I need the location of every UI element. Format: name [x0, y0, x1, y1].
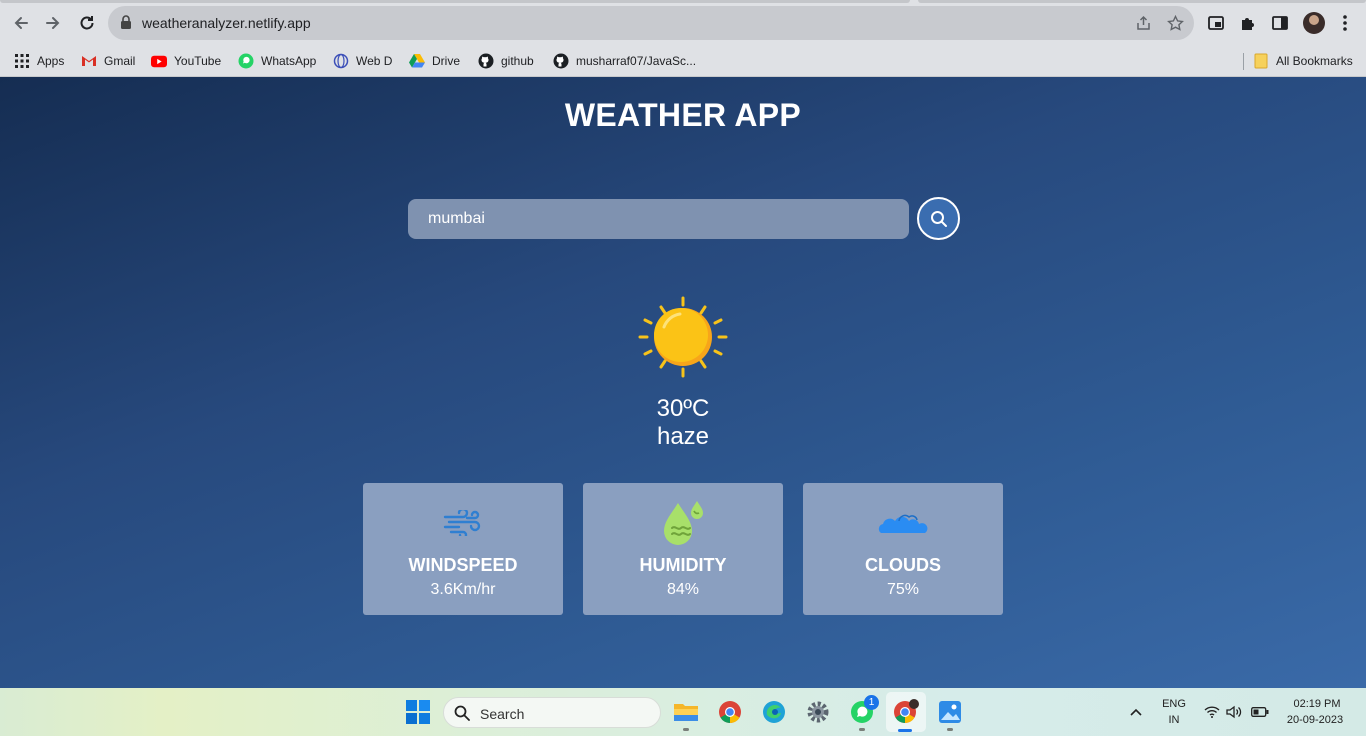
weather-page: WEATHER APP 30 — [0, 77, 1366, 688]
bookmark-label: Web D — [356, 54, 393, 68]
bookmark-star-icon[interactable] — [1166, 14, 1184, 32]
clock-time[interactable]: 02:19 PM — [1284, 698, 1350, 710]
whatsapp-icon — [238, 53, 254, 69]
chevron-up-icon[interactable] — [1122, 698, 1150, 726]
running-indicator — [859, 728, 865, 731]
search-button[interactable] — [917, 197, 960, 240]
sun-icon — [636, 295, 730, 379]
weather-condition: haze — [656, 423, 710, 450]
reload-button[interactable] — [76, 12, 98, 34]
youtube-icon — [151, 53, 167, 69]
city-search-input[interactable] — [408, 199, 909, 239]
running-indicator — [683, 728, 689, 731]
region-indicator[interactable]: IN — [1160, 714, 1188, 726]
clouds-icon — [803, 497, 1003, 549]
bookmark-apps[interactable]: Apps — [14, 51, 64, 71]
bookmark-label: musharraf07/JavaSc... — [576, 54, 697, 68]
bookmark-label: Apps — [37, 54, 65, 68]
url-text: weatheranalyzer.netlify.app — [142, 15, 311, 31]
all-bookmarks-button[interactable]: All Bookmarks — [1253, 51, 1353, 71]
extensions-puzzle-icon[interactable] — [1237, 12, 1259, 34]
apps-grid-icon — [14, 53, 30, 69]
back-arrow-icon — [14, 17, 28, 29]
battery-icon[interactable] — [1246, 698, 1274, 726]
folder-icon — [1253, 53, 1269, 69]
running-indicator — [947, 728, 953, 731]
windspeed-card: WINDSPEED 3.6Km/hr — [363, 483, 563, 615]
bookmark-gmail[interactable]: Gmail — [81, 51, 135, 71]
profile-avatar[interactable] — [1303, 12, 1325, 34]
humidity-card: HUMIDITY 84% — [583, 483, 783, 615]
wind-icon — [363, 497, 563, 549]
tab-strip — [0, 0, 1366, 3]
city-search-box — [408, 199, 909, 239]
github-icon — [553, 53, 569, 69]
bookmark-drive[interactable]: Drive — [409, 51, 460, 71]
card-title: CLOUDS — [865, 555, 941, 575]
card-title: WINDSPEED — [408, 555, 518, 575]
bookmark-label: github — [501, 54, 534, 68]
active-indicator — [898, 729, 912, 732]
windows-logo-icon — [406, 700, 430, 724]
chrome-profile-icon[interactable] — [892, 698, 920, 726]
card-value: 84% — [666, 581, 700, 598]
browser-toolbar: weatheranalyzer.netlify.app — [0, 0, 1366, 46]
lock-icon — [120, 15, 132, 34]
bookmark-musharraf-repo[interactable]: musharraf07/JavaSc... — [553, 51, 696, 71]
page-title: WEATHER APP — [564, 97, 802, 133]
bookmark-label: YouTube — [174, 54, 222, 68]
card-value: 3.6Km/hr — [430, 581, 496, 598]
bookmark-label: Gmail — [104, 54, 136, 68]
forward-button[interactable] — [42, 12, 64, 34]
picture-in-picture-icon[interactable] — [1205, 12, 1227, 34]
gmail-icon — [81, 53, 97, 69]
search-icon — [454, 705, 470, 726]
card-title: HUMIDITY — [639, 555, 727, 575]
volume-icon[interactable] — [1220, 698, 1248, 726]
windows-taskbar: Search 1 ENG IN 02:19 PM 20-09-2023 — [0, 688, 1366, 736]
temperature-value: 30ºC — [656, 395, 710, 422]
forward-arrow-icon — [46, 17, 60, 29]
more-menu-icon[interactable] — [1334, 12, 1356, 34]
chrome-icon[interactable] — [716, 698, 744, 726]
bookmark-label: Drive — [432, 54, 461, 68]
language-indicator[interactable]: ENG — [1160, 698, 1188, 710]
start-button[interactable] — [404, 698, 432, 726]
clouds-card: CLOUDS 75% — [803, 483, 1003, 615]
bookmark-whatsapp[interactable]: WhatsApp — [238, 51, 316, 71]
card-value: 75% — [886, 581, 920, 598]
github-icon — [478, 53, 494, 69]
webd-icon — [333, 53, 349, 69]
bookmark-webd[interactable]: Web D — [333, 51, 392, 71]
taskbar-search-label: Search — [480, 706, 525, 722]
share-icon[interactable] — [1134, 14, 1152, 32]
humidity-icon — [583, 497, 783, 549]
bookmark-youtube[interactable]: YouTube — [151, 51, 221, 71]
drive-icon — [409, 53, 425, 69]
notification-badge: 1 — [864, 695, 879, 710]
address-bar[interactable]: weatheranalyzer.netlify.app — [108, 6, 1194, 40]
taskbar-search[interactable]: Search — [443, 697, 661, 728]
back-button[interactable] — [10, 12, 32, 34]
edge-icon[interactable] — [760, 698, 788, 726]
bookmark-label: WhatsApp — [261, 54, 317, 68]
search-icon — [930, 210, 947, 227]
photos-icon[interactable] — [936, 698, 964, 726]
bookmark-github[interactable]: github — [478, 51, 534, 71]
side-panel-icon[interactable] — [1269, 12, 1291, 34]
settings-gear-icon[interactable] — [804, 698, 832, 726]
clock-date[interactable]: 20-09-2023 — [1280, 714, 1350, 726]
reload-icon — [80, 16, 94, 30]
file-explorer-icon[interactable] — [672, 698, 700, 726]
all-bookmarks-label: All Bookmarks — [1276, 54, 1353, 68]
bookmarks-bar: Apps Gmail YouTube WhatsApp Web D Drive — [0, 46, 1366, 77]
bookmarks-divider — [1243, 53, 1244, 70]
